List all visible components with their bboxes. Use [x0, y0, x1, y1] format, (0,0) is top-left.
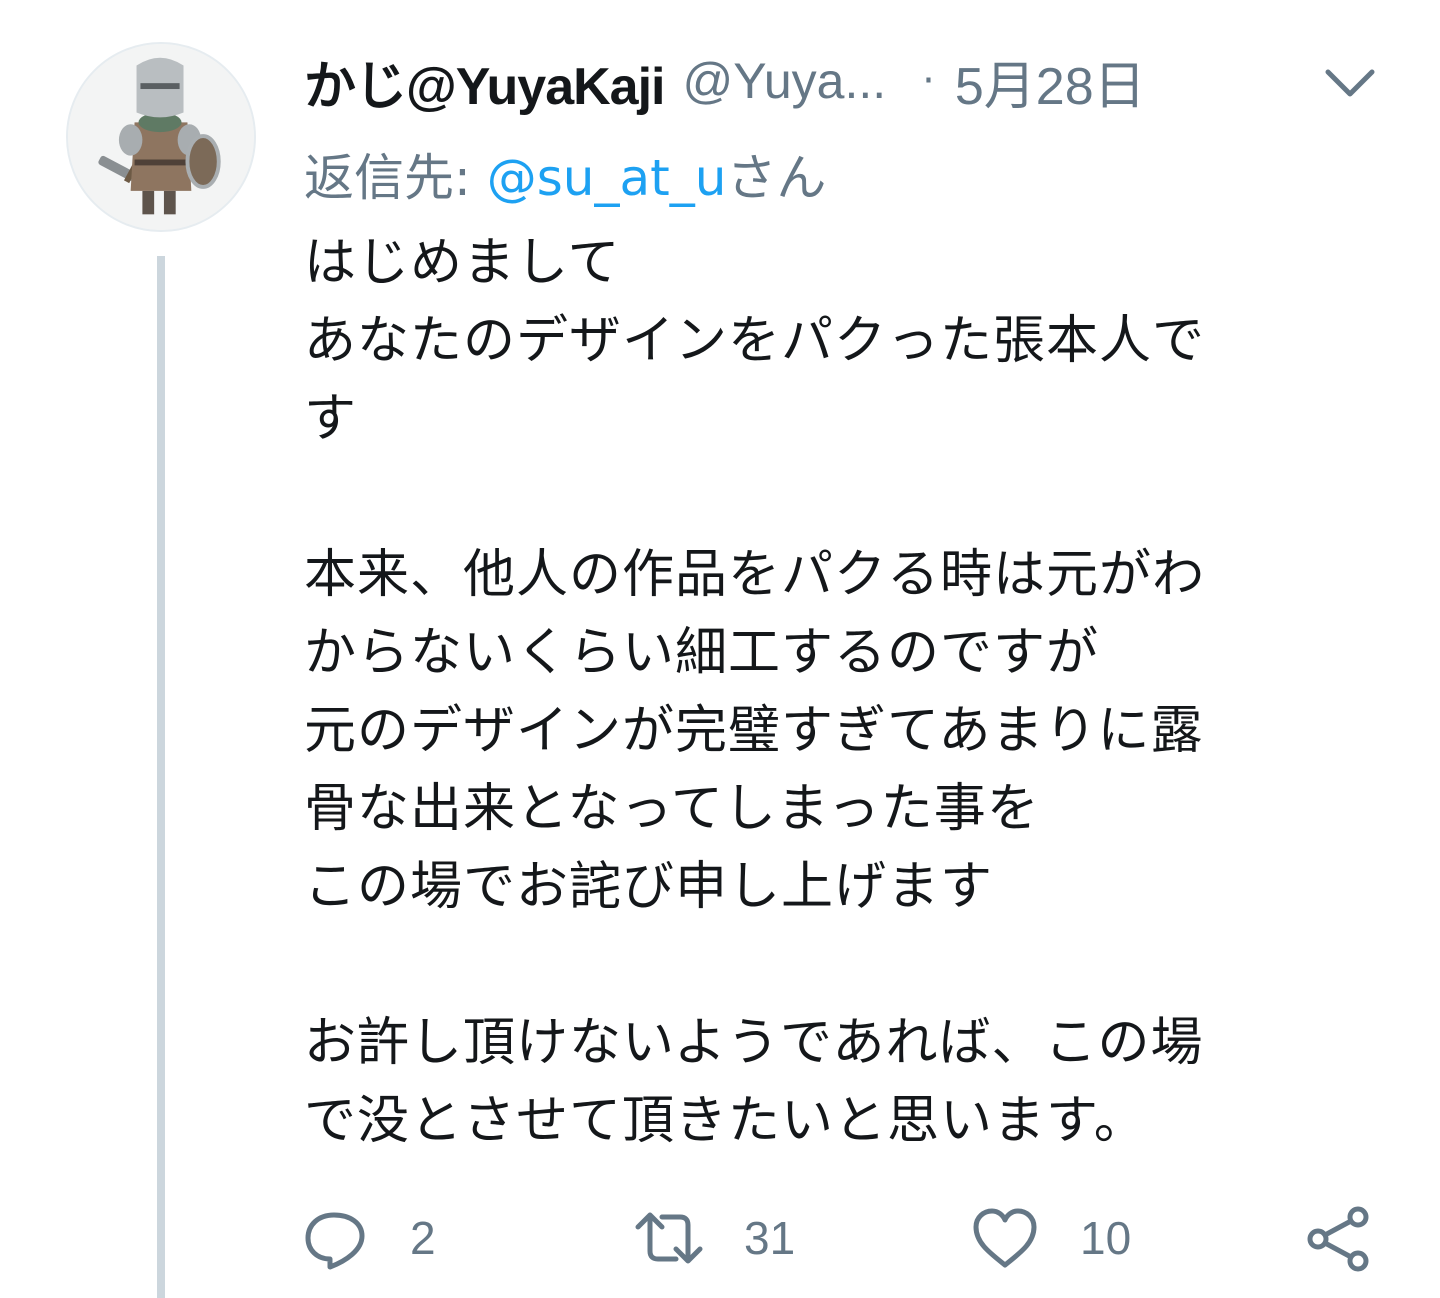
user-handle[interactable]: @Yuya... — [683, 52, 887, 110]
knight-avatar-image — [68, 44, 254, 230]
reply-icon — [305, 1212, 365, 1270]
retweet-button[interactable]: 31 — [634, 1198, 795, 1278]
retweet-count: 31 — [744, 1212, 796, 1264]
reply-to-line: 返信先: @su_at_uさん — [304, 138, 826, 210]
like-count: 10 — [1080, 1212, 1132, 1264]
retweet-icon — [635, 1212, 703, 1264]
chevron-down-icon[interactable] — [1320, 58, 1380, 108]
reply-button[interactable]: 2 — [300, 1198, 436, 1278]
separator-dot: · — [922, 58, 935, 104]
reply-to-prefix: 返信先: — [304, 149, 487, 207]
reply-mention-link[interactable]: @su_at_u — [487, 149, 727, 207]
avatar[interactable] — [66, 42, 256, 232]
reply-count: 2 — [410, 1212, 436, 1264]
like-button[interactable]: 10 — [970, 1198, 1131, 1278]
reply-to-suffix: さん — [726, 149, 827, 207]
share-button[interactable] — [1304, 1198, 1374, 1278]
tweet-date[interactable]: 5月28日 — [955, 44, 1146, 119]
tweet-text: はじめまして あなたのデザインをパクった張本人で す 本来、他人の作品をパクる時… — [304, 233, 1206, 1151]
thread-line — [157, 256, 165, 1298]
heart-icon — [973, 1208, 1037, 1268]
tweet-actions: 2 31 10 — [300, 1198, 1400, 1278]
display-name[interactable]: かじ@YuyaKaji — [304, 44, 665, 119]
tweet-header: かじ@YuyaKaji @Yuya... · 5月28日 — [304, 46, 1404, 116]
share-icon — [1307, 1206, 1369, 1272]
